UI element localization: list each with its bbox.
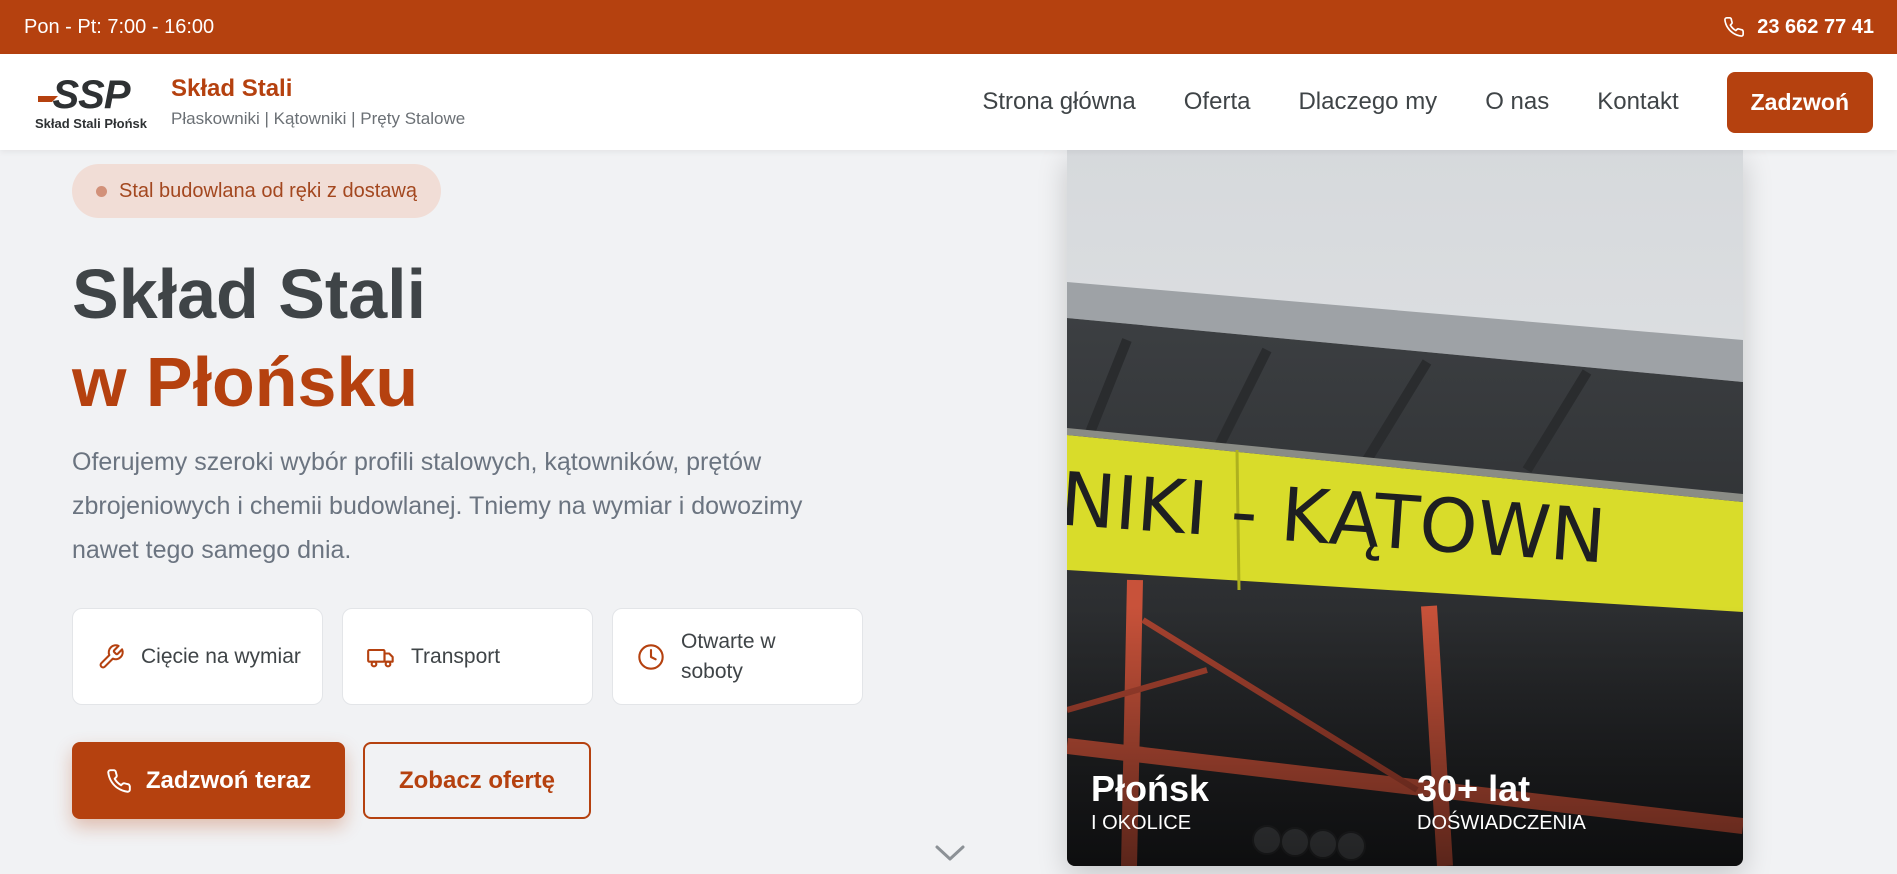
feature-card-cutting: Cięcie na wymiar [72,608,323,705]
hero-photo: NIKI - KĄTOWN Płońsk I OKOLICE 30+ lat D… [1067,150,1743,866]
top-bar: Pon - Pt: 7:00 - 16:00 23 662 77 41 [0,0,1897,54]
stat-location: Płońsk I OKOLICE [1091,768,1209,836]
logo[interactable]: SSP Skład Stali Płońsk [30,74,152,131]
phone-icon [107,768,131,793]
stat-experience-caption: DOŚWIADCZENIA [1417,812,1586,834]
call-now-label: Zadzwoń teraz [145,766,312,794]
stat-experience-value: 30+ lat [1417,768,1531,809]
truck-icon [367,648,394,667]
brand-name: Skład Stali [171,75,293,102]
nav-link-offer[interactable]: Oferta [1184,88,1251,116]
nav-link-why-us[interactable]: Dlaczego my [1298,88,1437,116]
hero-title-line2: w Płońsku [72,343,419,421]
nav-call-button[interactable]: Zadzwoń [1726,71,1873,133]
chevron-down-icon[interactable] [933,842,967,864]
stat-location-value: Płońsk [1091,768,1210,809]
feature-label: Otwarte w soboty [681,629,776,683]
nav-link-about[interactable]: O nas [1485,88,1549,116]
brand: Skład Stali Płaskowniki | Kątowniki | Pr… [171,75,465,129]
logo-caption: Skład Stali Płońsk [35,115,147,131]
nav-menu: Strona główna Oferta Dlaczego my O nas K… [982,71,1873,133]
feature-label: Cięcie na wymiar [141,644,301,668]
main-navigation: SSP Skład Stali Płońsk Skład Stali Płask… [0,54,1897,150]
clock-icon [638,643,664,670]
opening-hours: Pon - Pt: 7:00 - 16:00 [24,15,215,38]
nav-link-contact[interactable]: Kontakt [1597,88,1678,116]
svg-text:SSP: SSP [52,74,130,114]
badge-text: Stal budowlana od ręki z dostawą [119,179,417,202]
nav-link-home[interactable]: Strona główna [982,88,1135,116]
topbar-phone-link[interactable]: 23 662 77 41 [1723,16,1874,39]
stat-location-caption: I OKOLICE [1091,812,1192,834]
see-offer-button[interactable]: Zobacz ofertę [363,742,591,819]
feature-card-saturdays: Otwarte w soboty [612,608,863,705]
hero-lead: Oferujemy szeroki wybór profili stalowyc… [72,448,803,564]
stat-experience: 30+ lat DOŚWIADCZENIA [1417,768,1586,836]
brand-tagline: Płaskowniki | Kątowniki | Pręty Stalowe [171,109,466,128]
badge-dot [96,185,107,197]
topbar-phone-number: 23 662 77 41 [1757,15,1874,38]
hero-title-line1: Skład Stali [72,255,427,333]
feature-label: Transport [411,644,501,668]
feature-list: Cięcie na wymiar Transport Otwarte w sob… [72,608,863,705]
ssp-logo-mark: SSP [38,74,132,114]
wrench-icon [99,643,124,668]
call-now-button[interactable]: Zadzwoń teraz [72,742,345,819]
feature-card-transport: Transport [342,608,593,705]
phone-icon [1724,17,1745,37]
hero-badge: Stal budowlana od ręki z dostawą [72,164,441,218]
